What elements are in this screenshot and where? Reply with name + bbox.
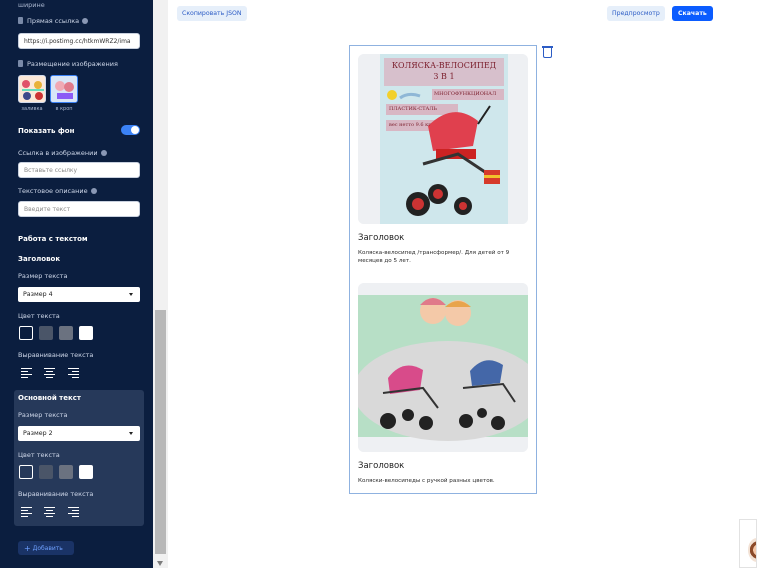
placement-fill-option[interactable] xyxy=(18,75,46,103)
align-center-icon[interactable] xyxy=(44,368,55,378)
text-description-label-text: Текстовое описание xyxy=(18,187,88,195)
direct-link-label: Прямая ссылка xyxy=(18,17,89,25)
placement-crop-option[interactable] xyxy=(50,75,78,103)
color-swatch-dark[interactable] xyxy=(19,326,33,340)
image-placement-label: Размещение изображения xyxy=(18,60,118,68)
card-heading-1[interactable]: Заголовок xyxy=(358,233,404,243)
body-text-color-label: Цвет текста xyxy=(18,451,60,459)
download-button[interactable]: Скачать xyxy=(672,6,713,21)
heading-section-title: Заголовок xyxy=(18,255,61,263)
align-right-icon[interactable] xyxy=(68,368,79,378)
preview-frame: КОЛЯСКА-ВЕЛОСИПЕД 3 В 1 МНОГОФУНКЦИОНАЛ … xyxy=(349,45,537,494)
copy-json-button[interactable]: Скопировать JSON xyxy=(177,6,247,21)
info-icon[interactable] xyxy=(82,18,89,24)
strollers-image xyxy=(358,283,528,452)
preview-button[interactable]: Предпросмотр xyxy=(607,6,665,21)
align-left-icon[interactable] xyxy=(21,368,32,378)
direct-link-label-text: Прямая ссылка xyxy=(27,17,80,25)
direct-link-input[interactable]: https://i.postimg.cc/htkmWRZ2/ima xyxy=(18,33,140,49)
heading-text-size-select[interactable]: Размер 4 xyxy=(18,287,140,302)
show-background-label: Показать фон xyxy=(18,127,75,135)
align-right-icon[interactable] xyxy=(68,507,79,517)
color-swatch-white[interactable] xyxy=(79,326,93,340)
add-button[interactable]: + Добавить xyxy=(18,541,74,555)
image-link-label: Ссылка в изображении xyxy=(18,149,107,157)
image-link-label-text: Ссылка в изображении xyxy=(18,149,98,157)
color-swatch-gray[interactable] xyxy=(59,465,73,479)
color-swatch-slate[interactable] xyxy=(39,326,53,340)
clipboard-icon xyxy=(18,17,23,24)
placement-fill-preview-icon xyxy=(19,76,45,102)
image-title-line2: 3 В 1 xyxy=(433,72,455,81)
chat-widget[interactable] xyxy=(739,519,757,568)
text-work-title: Работа с текстом xyxy=(18,235,88,243)
plus-icon: + xyxy=(24,544,31,553)
image-title-line1: КОЛЯСКА-ВЕЛОСИПЕД xyxy=(391,61,497,70)
card-description-1[interactable]: Коляска-велосипед /трансформер/. Для дет… xyxy=(358,249,528,265)
text-description-label: Текстовое описание xyxy=(18,187,97,195)
chevron-down-icon xyxy=(129,432,133,435)
badge-material: ПЛАСТИК-СТАЛЬ xyxy=(389,106,437,112)
chevron-down-icon xyxy=(129,293,133,296)
body-section-title: Основной текст xyxy=(18,394,81,402)
body-text-size-label: Размер текста xyxy=(18,411,68,419)
align-left-icon[interactable] xyxy=(21,507,32,517)
placement-fill-caption: заливка xyxy=(21,106,43,112)
clipboard-icon xyxy=(18,60,23,67)
body-align-label: Выравнивание текста xyxy=(18,490,94,498)
color-swatch-gray[interactable] xyxy=(59,326,73,340)
heading-text-size-value: Размер 4 xyxy=(23,291,53,298)
image-placement-label-text: Размещение изображения xyxy=(27,60,118,68)
body-text-size-select[interactable]: Размер 2 xyxy=(18,426,140,441)
scroll-down-icon[interactable] xyxy=(157,561,163,566)
placement-crop-preview-icon xyxy=(51,76,77,102)
settings-sidebar: ширине Прямая ссылка https://i.postimg.c… xyxy=(0,0,153,568)
card-heading-2[interactable]: Заголовок xyxy=(358,461,404,471)
badge-weight: вес нетто 9.6 кг xyxy=(389,122,431,128)
heading-text-size-label: Размер текста xyxy=(18,272,68,280)
text-description-input[interactable]: Введите текст xyxy=(18,201,140,217)
sidebar-top-text: ширине xyxy=(18,1,45,9)
badge-multifunctional: МНОГОФУНКЦИОНАЛ xyxy=(434,91,497,97)
color-swatch-dark[interactable] xyxy=(19,465,33,479)
trash-icon[interactable] xyxy=(542,46,553,58)
color-swatch-slate[interactable] xyxy=(39,465,53,479)
heading-align-label: Выравнивание текста xyxy=(18,351,94,359)
product-image-1[interactable]: КОЛЯСКА-ВЕЛОСИПЕД 3 В 1 МНОГОФУНКЦИОНАЛ … xyxy=(358,54,528,224)
placement-crop-caption: в кроп xyxy=(55,106,73,112)
image-link-input[interactable]: Вставьте ссылку xyxy=(18,162,140,178)
heading-text-color-label: Цвет текста xyxy=(18,312,60,320)
info-icon[interactable] xyxy=(100,150,107,156)
product-image-2[interactable] xyxy=(358,283,528,452)
color-swatch-white[interactable] xyxy=(79,465,93,479)
sidebar-scrollbar[interactable] xyxy=(153,0,168,568)
info-icon[interactable] xyxy=(90,188,97,194)
align-center-icon[interactable] xyxy=(44,507,55,517)
avatar xyxy=(748,538,756,562)
show-background-toggle[interactable] xyxy=(121,125,140,135)
add-button-label: Добавить xyxy=(32,545,63,552)
scrollbar-thumb[interactable] xyxy=(155,310,166,554)
body-text-size-value: Размер 2 xyxy=(23,430,53,437)
card-description-2[interactable]: Коляски-велосипеды с ручкой разных цвето… xyxy=(358,477,528,485)
